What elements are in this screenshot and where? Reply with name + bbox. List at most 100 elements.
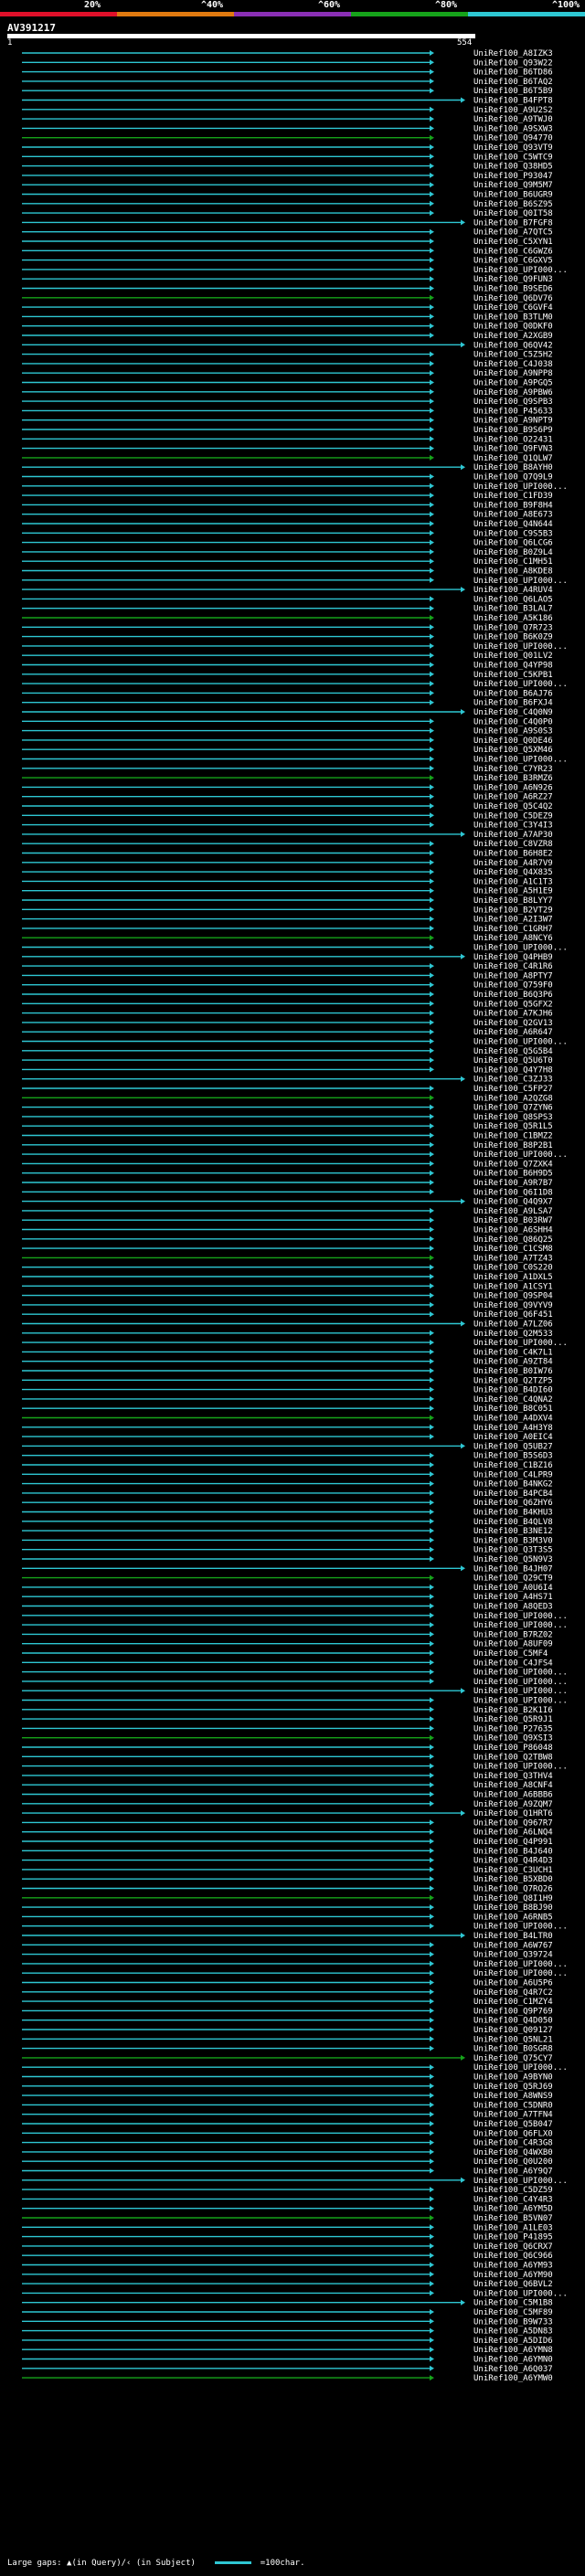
- hit-row[interactable]: UniRef100_Q9FVN3: [22, 445, 553, 454]
- hit-label[interactable]: UniRef100_Q9FUN3: [473, 275, 553, 284]
- hit-label[interactable]: UniRef100_Q01LV2: [473, 652, 553, 661]
- hit-row[interactable]: UniRef100_C5DEZ9: [22, 811, 553, 821]
- hit-label[interactable]: UniRef100_C4JFS4: [473, 1659, 553, 1668]
- hit-row[interactable]: UniRef100_C5DNR0: [22, 2101, 553, 2110]
- hit-row[interactable]: UniRef100_B4NKG2: [22, 1480, 553, 1489]
- hit-row[interactable]: UniRef100_Q6CRX7: [22, 2242, 553, 2252]
- hit-row[interactable]: UniRef100_C1CSM8: [22, 1245, 553, 1254]
- hit-row[interactable]: UniRef100_Q6ZHY6: [22, 1499, 553, 1508]
- hit-row[interactable]: UniRef100_B8C051: [22, 1405, 553, 1414]
- hit-row[interactable]: UniRef100_C4Q0N9: [22, 708, 553, 717]
- hit-label[interactable]: UniRef100_A2XGB9: [473, 332, 553, 341]
- hit-row[interactable]: UniRef100_Q0DKF0: [22, 323, 553, 332]
- hit-row[interactable]: UniRef100_Q6LAO5: [22, 595, 553, 604]
- hit-label[interactable]: UniRef100_B5XBD0: [473, 1875, 553, 1884]
- hit-row[interactable]: UniRef100_C5Z5H2: [22, 351, 553, 360]
- hit-label[interactable]: UniRef100_UPI000...: [473, 1697, 568, 1706]
- hit-row[interactable]: UniRef100_UPI000...: [22, 1687, 568, 1696]
- hit-label[interactable]: UniRef100_A9TWJ0: [473, 115, 553, 124]
- hit-row[interactable]: UniRef100_C5MF4: [22, 1649, 548, 1659]
- hit-row[interactable]: UniRef100_C1FD39: [22, 492, 553, 501]
- hit-row[interactable]: UniRef100_Q38HD5: [22, 163, 553, 172]
- hit-label[interactable]: UniRef100_A6RZ27: [473, 793, 553, 802]
- hit-label[interactable]: UniRef100_C1BZ16: [473, 1461, 553, 1470]
- hit-label[interactable]: UniRef100_A8KDE8: [473, 567, 553, 577]
- hit-label[interactable]: UniRef100_A8IZK3: [473, 49, 553, 58]
- hit-label[interactable]: UniRef100_Q4R4D3: [473, 1857, 553, 1866]
- hit-row[interactable]: UniRef100_Q7R723: [22, 623, 553, 632]
- hit-label[interactable]: UniRef100_A6YM90: [473, 2271, 553, 2280]
- hit-row[interactable]: UniRef100_A6LNQ4: [22, 1829, 553, 1838]
- hit-row[interactable]: UniRef100_A1LE03: [22, 2223, 553, 2232]
- hit-row[interactable]: UniRef100_B6AJ76: [22, 689, 553, 698]
- hit-row[interactable]: UniRef100_UPI000...: [22, 944, 568, 953]
- hit-label[interactable]: UniRef100_A6YM5D: [473, 2205, 553, 2214]
- hit-row[interactable]: UniRef100_Q5R1L5: [22, 1122, 553, 1131]
- hit-row[interactable]: UniRef100_B6UGR9: [22, 191, 553, 200]
- hit-row[interactable]: UniRef100_A6R647: [22, 1028, 553, 1037]
- hit-row[interactable]: UniRef100_Q6F451: [22, 1310, 553, 1320]
- hit-label[interactable]: UniRef100_Q4R7C2: [473, 1988, 553, 1998]
- hit-row[interactable]: UniRef100_A7TFN4: [22, 2111, 553, 2120]
- hit-row[interactable]: UniRef100_A9S0S3: [22, 727, 553, 737]
- hit-row[interactable]: UniRef100_C4R1R6: [22, 962, 553, 971]
- hit-row[interactable]: UniRef100_C5MF89: [22, 2308, 553, 2317]
- hit-row[interactable]: UniRef100_A9SXW3: [22, 124, 553, 133]
- hit-label[interactable]: UniRef100_C5Z5H2: [473, 351, 553, 360]
- hit-row[interactable]: UniRef100_A9LSA7: [22, 1207, 553, 1216]
- hit-label[interactable]: UniRef100_Q2TZP5: [473, 1376, 553, 1385]
- hit-row[interactable]: UniRef100_B4JH07: [22, 1564, 553, 1574]
- hit-label[interactable]: UniRef100_A6N926: [473, 783, 553, 792]
- hit-label[interactable]: UniRef100_A7TFN4: [473, 2111, 553, 2120]
- hit-label[interactable]: UniRef100_C5FP27: [473, 1085, 553, 1094]
- hit-label[interactable]: UniRef100_A4H3Y8: [473, 1424, 553, 1433]
- hit-label[interactable]: UniRef100_C1MH51: [473, 557, 553, 567]
- hit-label[interactable]: UniRef100_Q6BVL2: [473, 2280, 553, 2289]
- hit-label[interactable]: UniRef100_C3Y4I3: [473, 822, 553, 831]
- hit-label[interactable]: UniRef100_A9PBW6: [473, 388, 553, 398]
- hit-row[interactable]: UniRef100_Q5B047: [22, 2120, 553, 2129]
- hit-label[interactable]: UniRef100_UPI000...: [473, 2289, 568, 2298]
- hit-label[interactable]: UniRef100_Q6C966: [473, 2252, 553, 2261]
- hit-row[interactable]: UniRef100_Q93W22: [22, 58, 553, 68]
- hit-label[interactable]: UniRef100_A7AP30: [473, 831, 553, 840]
- hit-row[interactable]: UniRef100_A8IZK3: [22, 49, 553, 58]
- hit-row[interactable]: UniRef100_UPI000...: [22, 2063, 568, 2072]
- hit-label[interactable]: UniRef100_A0EIC4: [473, 1433, 553, 1442]
- hit-label[interactable]: UniRef100_Q7Q9L9: [473, 473, 553, 482]
- hit-label[interactable]: UniRef100_A6Q037: [473, 2365, 553, 2374]
- hit-row[interactable]: UniRef100_B3M3V0: [22, 1536, 553, 1545]
- hit-label[interactable]: UniRef100_Q759F0: [473, 981, 553, 991]
- hit-label[interactable]: UniRef100_A1LE03: [473, 2223, 553, 2232]
- hit-label[interactable]: UniRef100_A5DN83: [473, 2327, 553, 2337]
- hit-row[interactable]: UniRef100_B9W733: [22, 2317, 553, 2327]
- hit-row[interactable]: UniRef100_Q7ZXK4: [22, 1160, 553, 1169]
- hit-row[interactable]: UniRef100_B5XBD0: [22, 1875, 553, 1884]
- hit-label[interactable]: UniRef100_B4NKG2: [473, 1480, 553, 1489]
- hit-row[interactable]: UniRef100_A9ZT84: [22, 1358, 553, 1367]
- hit-row[interactable]: UniRef100_C5WTC9: [22, 153, 553, 162]
- hit-row[interactable]: UniRef100_A2XGB9: [22, 332, 553, 341]
- hit-label[interactable]: UniRef100_Q8SPS3: [473, 1113, 553, 1122]
- hit-row[interactable]: UniRef100_A5DN83: [22, 2327, 553, 2337]
- hit-row[interactable]: UniRef100_C1GRH7: [22, 925, 553, 934]
- hit-row[interactable]: UniRef100_B8BJ90: [22, 1903, 553, 1913]
- hit-row[interactable]: UniRef100_A1CSY1: [22, 1282, 553, 1291]
- hit-label[interactable]: UniRef100_Q5B047: [473, 2120, 553, 2129]
- hit-label[interactable]: UniRef100_UPI000...: [473, 1763, 568, 1772]
- hit-label[interactable]: UniRef100_Q3THV4: [473, 1772, 553, 1781]
- hit-row[interactable]: UniRef100_Q6C966: [22, 2252, 553, 2261]
- hit-label[interactable]: UniRef100_A6Y9Q7: [473, 2168, 553, 2177]
- hit-row[interactable]: UniRef100_B9S6P9: [22, 426, 553, 435]
- hit-label[interactable]: UniRef100_B9S6P9: [473, 426, 553, 435]
- hit-label[interactable]: UniRef100_A6LNQ4: [473, 1829, 553, 1838]
- hit-label[interactable]: UniRef100_A8E673: [473, 511, 553, 520]
- hit-row[interactable]: UniRef100_UPI000...: [22, 577, 568, 586]
- hit-label[interactable]: UniRef100_A8QED3: [473, 1603, 553, 1612]
- hit-label[interactable]: UniRef100_UPI000...: [473, 577, 568, 586]
- hit-label[interactable]: UniRef100_A5K186: [473, 614, 553, 623]
- hit-label[interactable]: UniRef100_B6H9D5: [473, 1170, 553, 1179]
- hit-label[interactable]: UniRef100_Q09127: [473, 2026, 553, 2035]
- hit-label[interactable]: UniRef100_B0Z9L4: [473, 548, 553, 557]
- hit-row[interactable]: UniRef100_A4RUV4: [22, 586, 553, 595]
